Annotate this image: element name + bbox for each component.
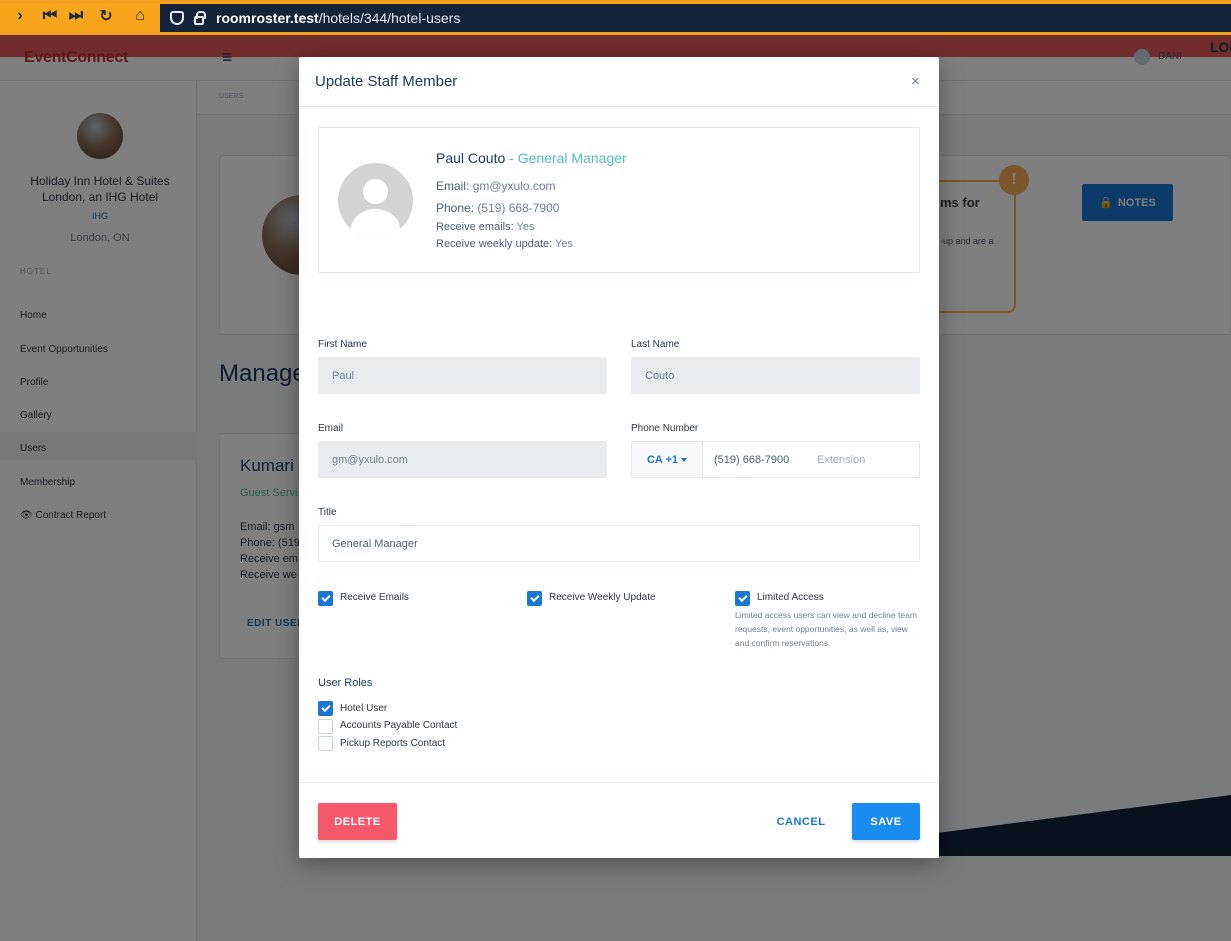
first-name-field[interactable]: Paul (318, 357, 607, 394)
pickup-reports-checkbox[interactable] (318, 736, 333, 751)
last-name-field[interactable]: Couto (631, 357, 920, 394)
email-field[interactable]: gm@yxulo.com (318, 441, 607, 478)
staff-email-label: Email: (436, 179, 470, 193)
browser-bar: › ⏮ ⏭ ↻ ⌂ roomroster.test /hotels/344/ho… (0, 0, 1231, 35)
skip-back-icon[interactable]: ⏮ (36, 0, 64, 32)
avatar-head (363, 179, 388, 204)
home-icon[interactable]: ⌂ (126, 0, 154, 32)
country-code-select[interactable]: CA +1 (632, 442, 703, 477)
modal-footer-divider (299, 782, 939, 783)
receive-emails-checkbox-label[interactable]: Receive Emails (340, 592, 409, 603)
limited-access-checkbox-label[interactable]: Limited Access (757, 592, 824, 603)
staff-profile-card: Paul Couto - General Manager Email: gm@y… (318, 127, 920, 273)
staff-phone: Phone: (519) 668-7900 (436, 201, 559, 215)
sidebar-toggle-icon[interactable]: › (6, 0, 34, 32)
last-name-label: Last Name (631, 339, 680, 350)
phone-number-field[interactable]: (519) 668-7900 (703, 442, 803, 477)
limited-access-help: Limited access users can view and declin… (735, 610, 917, 648)
first-name-label: First Name (318, 339, 367, 350)
update-staff-modal: Update Staff Member × Paul Couto - Gener… (299, 57, 939, 858)
staff-phone-value: (519) 668-7900 (477, 201, 560, 215)
receive-emails-value: Yes (516, 221, 535, 233)
avatar (338, 163, 413, 238)
receive-weekly-label: Receive weekly update: (436, 238, 553, 250)
staff-email: Email: gm@yxulo.com (436, 179, 556, 193)
address-bar[interactable]: roomroster.test /hotels/344/hotel-users (160, 4, 1231, 32)
hotel-user-checkbox[interactable] (318, 701, 333, 716)
accounts-payable-label[interactable]: Accounts Payable Contact (340, 720, 457, 731)
accounts-payable-checkbox[interactable] (318, 719, 333, 734)
staff-role: General Manager (517, 150, 627, 166)
country-code-value: CA +1 (646, 453, 679, 466)
cancel-button[interactable]: CANCEL (771, 803, 831, 840)
staff-receive-emails: Receive emails: Yes (436, 221, 534, 233)
phone-input-group: CA +1 (519) 668-7900 Extension (631, 441, 920, 478)
url-path: /hotels/344/hotel-users (318, 10, 461, 26)
avatar-body (351, 209, 400, 238)
receive-emails-label: Receive emails: (436, 221, 514, 233)
user-roles-title: User Roles (318, 677, 373, 689)
limited-access-checkbox[interactable] (735, 591, 750, 606)
delete-button[interactable]: DELETE (318, 803, 397, 840)
extension-field[interactable]: Extension (803, 442, 919, 477)
phone-label: Phone Number (631, 423, 699, 434)
receive-weekly-checkbox[interactable] (527, 591, 542, 606)
title-field[interactable]: General Manager (318, 525, 920, 562)
receive-emails-checkbox[interactable] (318, 591, 333, 606)
save-button[interactable]: SAVE (852, 803, 920, 840)
reload-icon[interactable]: ↻ (92, 0, 120, 32)
lock-icon (194, 10, 206, 25)
modal-header: Update Staff Member × (299, 57, 939, 107)
close-icon[interactable]: × (911, 73, 920, 90)
skip-forward-icon[interactable]: ⏭ (62, 0, 90, 32)
staff-phone-label: Phone: (436, 201, 475, 215)
staff-separator: - (505, 150, 518, 166)
staff-email-value: gm@yxulo.com (472, 179, 556, 193)
staff-name: Paul Couto - General Manager (436, 150, 627, 166)
shield-icon (170, 11, 184, 25)
url-host: roomroster.test (216, 10, 319, 26)
title-label: Title (318, 507, 337, 518)
hotel-user-label[interactable]: Hotel User (340, 703, 387, 714)
staff-name-text: Paul Couto (436, 150, 506, 166)
modal-title: Update Staff Member (315, 73, 458, 90)
staff-receive-weekly: Receive weekly update: Yes (436, 238, 573, 250)
email-label: Email (318, 423, 344, 434)
pickup-reports-label[interactable]: Pickup Reports Contact (340, 738, 445, 749)
receive-weekly-checkbox-label[interactable]: Receive Weekly Update (549, 592, 656, 603)
receive-weekly-value: Yes (555, 238, 573, 250)
chevron-down-icon (681, 457, 688, 462)
